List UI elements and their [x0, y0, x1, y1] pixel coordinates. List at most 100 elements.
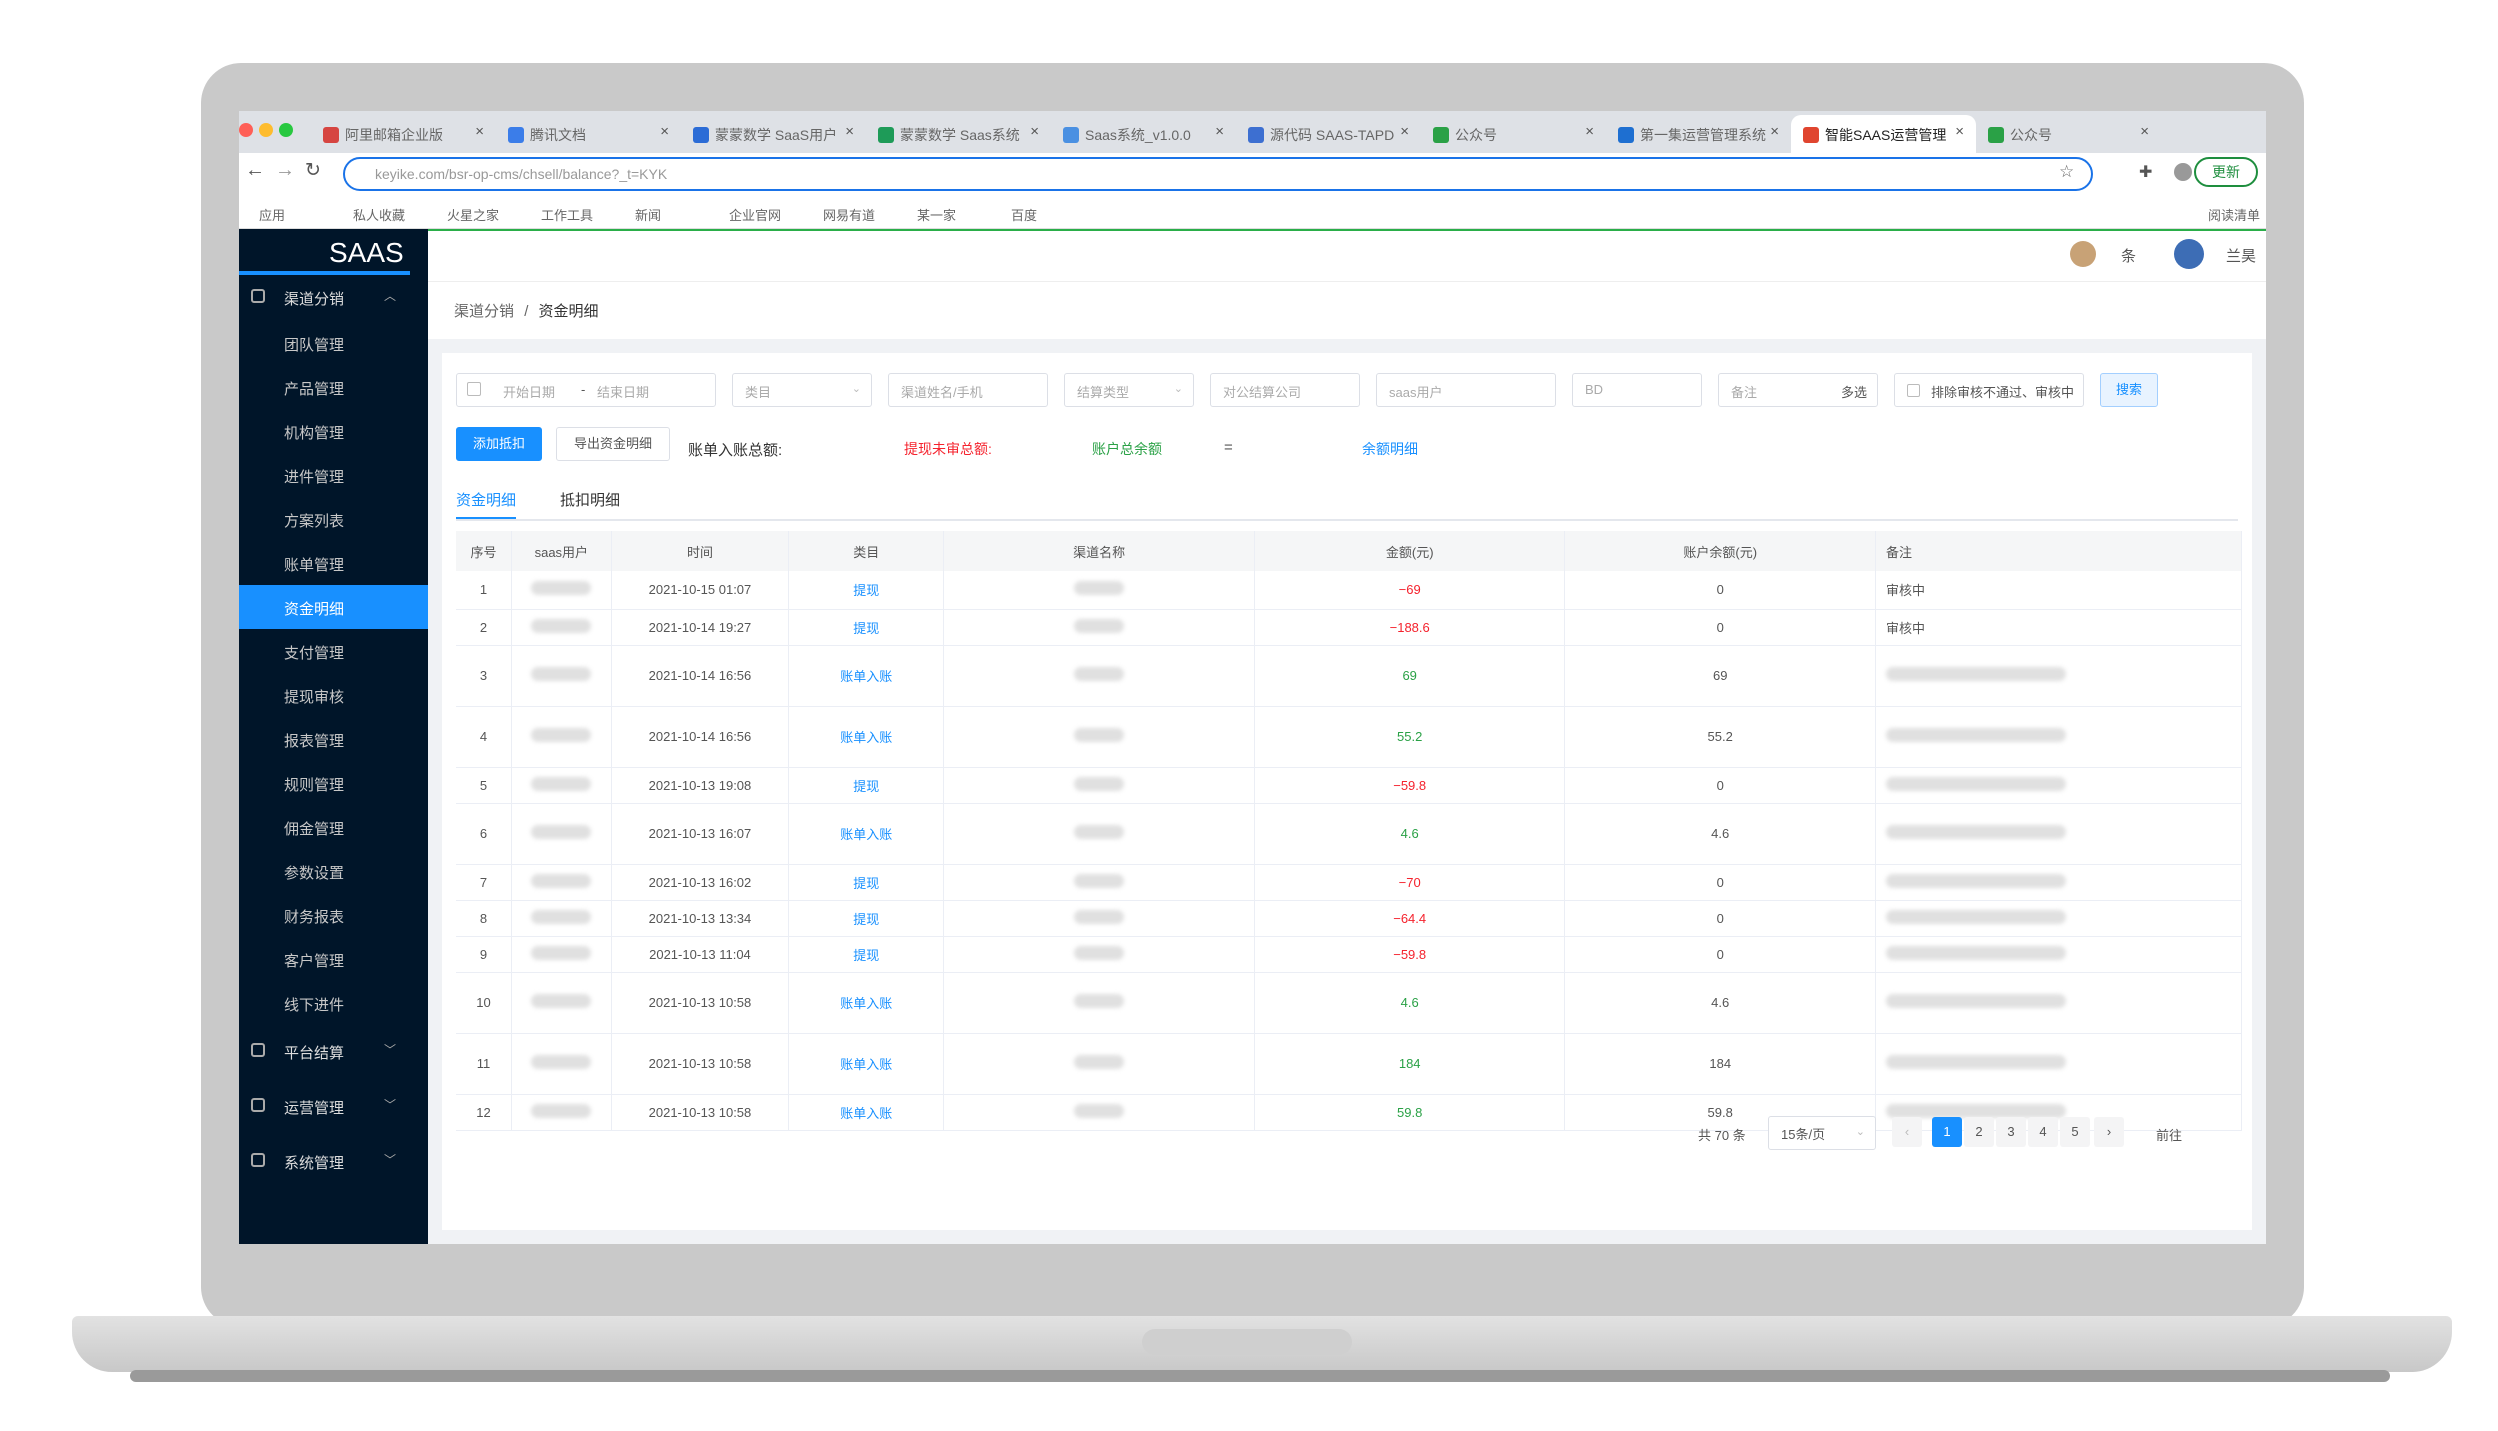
reload-icon[interactable]: ↻ — [305, 159, 321, 182]
update-button[interactable]: 更新 — [2194, 157, 2258, 187]
bookmark-link[interactable]: 百度 — [1011, 205, 1037, 224]
browser-tab[interactable]: 源代码 SAAS-TAPD × — [1236, 115, 1421, 153]
table-row[interactable]: 4 2021-10-14 16:56 账单入账 55.2 55.2 — [456, 706, 2243, 768]
sidebar-item[interactable]: 规则管理 — [239, 761, 428, 805]
table-row[interactable]: 3 2021-10-14 16:56 账单入账 69 69 — [456, 645, 2243, 707]
menu-group-settlement[interactable]: 平台结算 ﹀ — [239, 1029, 428, 1073]
avatar[interactable] — [2174, 239, 2204, 269]
sidebar-item[interactable]: 客户管理 — [239, 937, 428, 981]
page-size-select[interactable]: 15条/页 ⌄ — [1768, 1116, 1876, 1150]
browser-tab[interactable]: 腾讯文档 × — [496, 115, 681, 153]
maximize-window-icon[interactable] — [279, 123, 293, 137]
bookmark-link[interactable]: 企业官网 — [729, 205, 781, 224]
column-header[interactable]: saas用户 — [511, 531, 612, 571]
table-row[interactable]: 11 2021-10-13 10:58 账单入账 184 184 — [456, 1033, 2243, 1095]
table-cell-cat[interactable]: 账单入账 — [788, 1033, 945, 1095]
page-button[interactable]: 5 — [2060, 1117, 2090, 1147]
table-cell-cat[interactable]: 提现 — [788, 609, 945, 646]
sidebar-item[interactable]: 佣金管理 — [239, 805, 428, 849]
close-tab-icon[interactable]: × — [1770, 123, 1779, 140]
close-tab-icon[interactable]: × — [2140, 123, 2149, 140]
extension-icon[interactable]: ✚ — [2139, 162, 2152, 182]
user-name[interactable]: 兰昊 — [2226, 245, 2256, 266]
close-tab-icon[interactable]: × — [1030, 123, 1039, 140]
browser-tab[interactable]: 第一集运营管理系统 × — [1606, 115, 1791, 153]
page-button[interactable]: 1 — [1932, 1117, 1962, 1147]
url-input[interactable]: keyike.com/bsr-op-cms/chsell/balance?_t=… — [343, 157, 2093, 191]
column-header[interactable]: 渠道名称 — [943, 531, 1255, 571]
column-header[interactable]: 序号 — [456, 531, 512, 571]
bookmark-link[interactable]: 新闻 — [635, 205, 661, 224]
bookmark-link[interactable]: 工作工具 — [541, 205, 593, 224]
table-row[interactable]: 8 2021-10-13 13:34 提现 −64.4 0 — [456, 900, 2243, 937]
sidebar-item[interactable]: 进件管理 — [239, 453, 428, 497]
sidebar-item[interactable]: 账单管理 — [239, 541, 428, 585]
table-cell-cat[interactable]: 提现 — [788, 936, 945, 973]
sidebar-item[interactable]: 支付管理 — [239, 629, 428, 673]
bookmark-link[interactable]: 应用 — [259, 205, 285, 224]
sidebar-item[interactable]: 提现审核 — [239, 673, 428, 717]
column-header[interactable]: 金额(元) — [1254, 531, 1566, 571]
table-cell-cat[interactable]: 提现 — [788, 767, 945, 804]
page-button[interactable]: 4 — [2028, 1117, 2058, 1147]
close-tab-icon[interactable]: × — [1585, 123, 1594, 140]
menu-group-system[interactable]: 系统管理 ﹀ — [239, 1139, 428, 1183]
page-button[interactable]: 3 — [1996, 1117, 2026, 1147]
close-tab-icon[interactable]: × — [660, 123, 669, 140]
column-header[interactable]: 账户余额(元) — [1564, 531, 1876, 571]
column-header[interactable]: 类目 — [788, 531, 945, 571]
table-cell-cat[interactable]: 提现 — [788, 864, 945, 901]
browser-tab[interactable]: Saas系统_v1.0.0 × — [1051, 115, 1236, 153]
reading-list-link[interactable]: 阅读清单 — [2208, 205, 2260, 224]
profile-icon[interactable] — [2174, 163, 2192, 181]
close-tab-icon[interactable]: × — [845, 123, 854, 140]
table-cell-cat[interactable]: 账单入账 — [788, 803, 945, 865]
browser-tab[interactable]: 智能SAAS运营管理 × — [1791, 115, 1976, 153]
close-tab-icon[interactable]: × — [1400, 123, 1409, 140]
sidebar-item[interactable]: 方案列表 — [239, 497, 428, 541]
minimize-window-icon[interactable] — [259, 123, 273, 137]
bookmark-link[interactable]: 私人收藏 — [353, 205, 405, 224]
close-tab-icon[interactable]: × — [1955, 123, 1964, 140]
notification-icon[interactable] — [2070, 241, 2096, 267]
prev-page-icon[interactable]: ‹ — [1892, 1117, 1922, 1147]
star-icon[interactable]: ☆ — [2059, 162, 2074, 182]
browser-tab[interactable]: 公众号 × — [1421, 115, 1606, 153]
table-cell-cat[interactable]: 账单入账 — [788, 645, 945, 707]
bookmark-link[interactable]: 某一家 — [917, 205, 956, 224]
sidebar-item[interactable]: 资金明细 — [239, 585, 428, 629]
table-row[interactable]: 1 2021-10-15 01:07 提现 −69 0 审核中 — [456, 571, 2243, 610]
table-row[interactable]: 6 2021-10-13 16:07 账单入账 4.6 4.6 — [456, 803, 2243, 865]
browser-tab[interactable]: 阿里邮箱企业版 × — [311, 115, 496, 153]
column-header[interactable]: 时间 — [611, 531, 790, 571]
menu-group-channel[interactable]: 渠道分销 ︿ — [239, 275, 428, 319]
table-row[interactable]: 9 2021-10-13 11:04 提现 −59.8 0 — [456, 936, 2243, 973]
table-row[interactable]: 7 2021-10-13 16:02 提现 −70 0 — [456, 864, 2243, 901]
browser-tab[interactable]: 公众号 × — [1976, 115, 2161, 153]
table-row[interactable]: 10 2021-10-13 10:58 账单入账 4.6 4.6 — [456, 972, 2243, 1034]
bookmark-link[interactable]: 火星之家 — [447, 205, 499, 224]
breadcrumb-root[interactable]: 渠道分销 — [454, 303, 514, 320]
bookmark-link[interactable]: 网易有道 — [823, 205, 875, 224]
table-cell-cat[interactable]: 账单入账 — [788, 972, 945, 1034]
table-row[interactable]: 2 2021-10-14 19:27 提现 −188.6 0 审核中 — [456, 609, 2243, 646]
table-row[interactable]: 5 2021-10-13 19:08 提现 −59.8 0 — [456, 767, 2243, 804]
next-page-icon[interactable]: › — [2094, 1117, 2124, 1147]
sidebar-item[interactable]: 团队管理 — [239, 321, 428, 365]
sidebar-item[interactable]: 财务报表 — [239, 893, 428, 937]
browser-tab[interactable]: 蒙蒙数学 Saas系统 × — [866, 115, 1051, 153]
forward-icon[interactable]: → — [275, 159, 295, 182]
sidebar-item[interactable]: 机构管理 — [239, 409, 428, 453]
close-tab-icon[interactable]: × — [475, 123, 484, 140]
column-header[interactable]: 备注 — [1875, 531, 2243, 571]
browser-tab[interactable]: 蒙蒙数学 SaaS用户 × — [681, 115, 866, 153]
sidebar-item[interactable]: 报表管理 — [239, 717, 428, 761]
table-cell-cat[interactable]: 提现 — [788, 900, 945, 937]
back-icon[interactable]: ← — [245, 159, 265, 182]
sidebar-item[interactable]: 产品管理 — [239, 365, 428, 409]
close-tab-icon[interactable]: × — [1215, 123, 1224, 140]
table-cell-cat[interactable]: 提现 — [788, 571, 945, 610]
menu-group-operations[interactable]: 运营管理 ﹀ — [239, 1084, 428, 1128]
sidebar-item[interactable]: 线下进件 — [239, 981, 428, 1025]
sidebar-item[interactable]: 参数设置 — [239, 849, 428, 893]
